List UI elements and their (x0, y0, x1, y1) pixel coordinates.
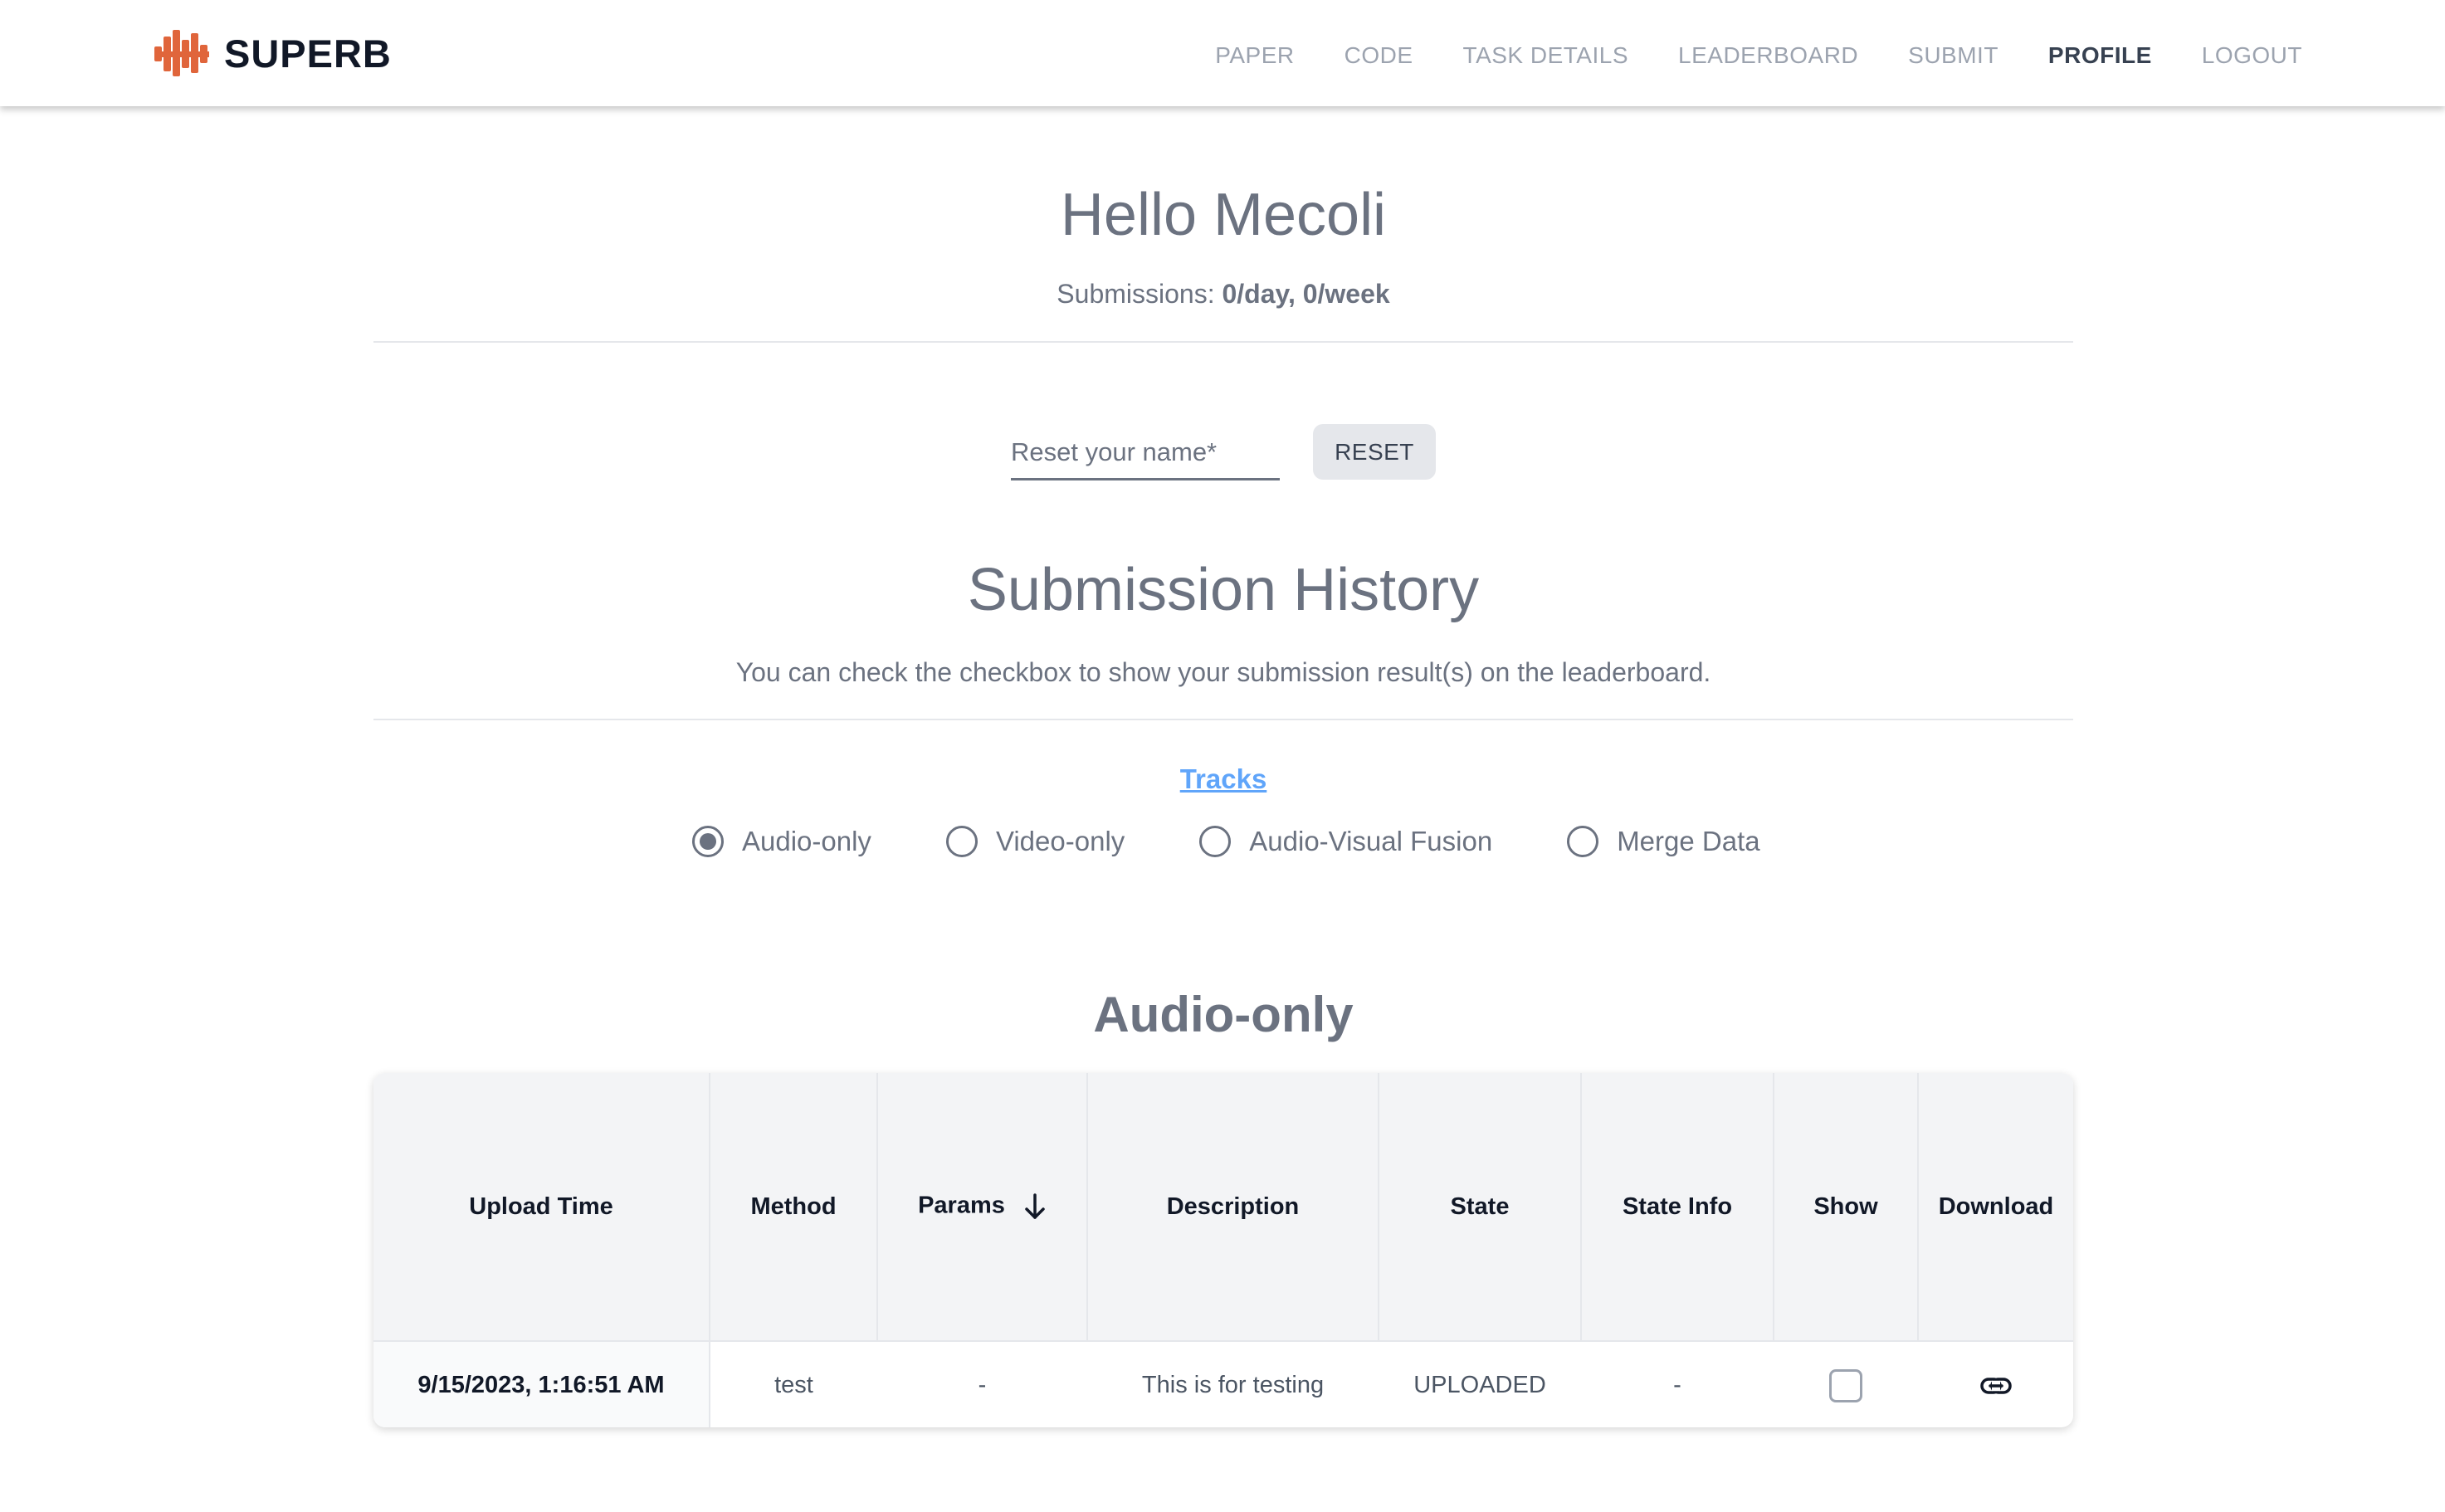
params-cell: - (877, 1340, 1087, 1427)
table-row: 9/15/2023, 1:16:51 AM test - This is for… (373, 1340, 2073, 1427)
column-header-method[interactable]: Method (710, 1073, 878, 1341)
column-header-state[interactable]: State (1379, 1073, 1582, 1341)
track-radio-group: Audio-only Video-only Audio-Visual Fusio… (692, 822, 1835, 861)
nav-submit[interactable]: SUBMIT (1908, 42, 1998, 69)
radio-selected-dot (700, 833, 716, 850)
method-cell: test (710, 1340, 877, 1427)
column-header-show[interactable]: Show (1774, 1073, 1919, 1341)
nav-profile[interactable]: PROFILE (2048, 42, 2152, 69)
description-cell: This is for testing (1087, 1340, 1379, 1427)
quota-value: 0/day, 0/week (1222, 279, 1390, 309)
radio-button[interactable] (945, 826, 978, 857)
column-header-params[interactable]: Params (877, 1073, 1088, 1341)
column-header-label: Params (918, 1192, 1005, 1219)
arrow-down-icon[interactable] (1023, 1192, 1047, 1222)
nav-code[interactable]: CODE (1345, 42, 1413, 69)
radio-button[interactable] (692, 826, 724, 857)
track-label: Merge Data (1617, 826, 1760, 856)
track-label: Audio-Visual Fusion (1249, 826, 1493, 856)
column-header-state-info[interactable]: State Info (1581, 1073, 1774, 1341)
column-header-upload-time[interactable]: Upload Time (373, 1073, 710, 1341)
divider (373, 341, 2073, 343)
show-cell (1774, 1340, 1918, 1427)
track-option-audio-only[interactable]: Audio-only (692, 826, 871, 857)
radio-button[interactable] (1199, 826, 1232, 857)
nav-logout[interactable]: LOGOUT (2202, 42, 2302, 69)
track-title: Audio-only (1093, 987, 1354, 1042)
track-option-video-only[interactable]: Video-only (945, 826, 1125, 857)
show-on-leaderboard-checkbox[interactable] (1829, 1368, 1862, 1402)
track-label: Video-only (995, 826, 1125, 856)
top-navbar: SUPERB PAPER CODE TASK DETAILS LEADERBOA… (0, 0, 2445, 106)
divider (373, 719, 2073, 720)
track-label: Audio-only (742, 826, 871, 856)
brand-name: SUPERB (224, 31, 392, 76)
waveform-logo-icon (154, 30, 209, 76)
nav-paper[interactable]: PAPER (1215, 42, 1294, 69)
table-header-row: Upload Time Method Params Description St… (373, 1073, 2073, 1341)
state-info-cell: - (1581, 1340, 1774, 1427)
nav-task-details[interactable]: TASK DETAILS (1463, 42, 1628, 69)
reset-button[interactable]: RESET (1313, 424, 1436, 480)
submission-table: Upload Time Method Params Description St… (373, 1073, 2073, 1427)
link-icon[interactable] (1979, 1369, 2013, 1402)
radio-button[interactable] (1567, 826, 1599, 857)
page-title: Hello Mecoli (1060, 182, 1387, 248)
main-nav: PAPER CODE TASK DETAILS LEADERBOARD SUBM… (1215, 0, 2302, 111)
quota-label: Submissions: (1057, 279, 1222, 309)
track-option-audio-visual-fusion[interactable]: Audio-Visual Fusion (1199, 826, 1492, 857)
nav-leaderboard[interactable]: LEADERBOARD (1678, 42, 1858, 69)
section-description: You can check the checkbox to show your … (735, 657, 1711, 687)
tracks-link[interactable]: Tracks (373, 763, 2073, 795)
upload-time-cell: 9/15/2023, 1:16:51 AM (373, 1340, 710, 1427)
reset-name-input[interactable] (1011, 427, 1280, 480)
column-header-description[interactable]: Description (1087, 1073, 1379, 1341)
state-cell: UPLOADED (1379, 1340, 1581, 1427)
download-cell (1918, 1340, 2073, 1427)
section-title: Submission History (967, 557, 1480, 623)
brand-logo[interactable]: SUPERB (154, 28, 392, 78)
track-option-merge-data[interactable]: Merge Data (1567, 826, 1760, 857)
column-header-download[interactable]: Download (1918, 1073, 2073, 1341)
submission-quota: Submissions: 0/day, 0/week (373, 279, 2073, 310)
